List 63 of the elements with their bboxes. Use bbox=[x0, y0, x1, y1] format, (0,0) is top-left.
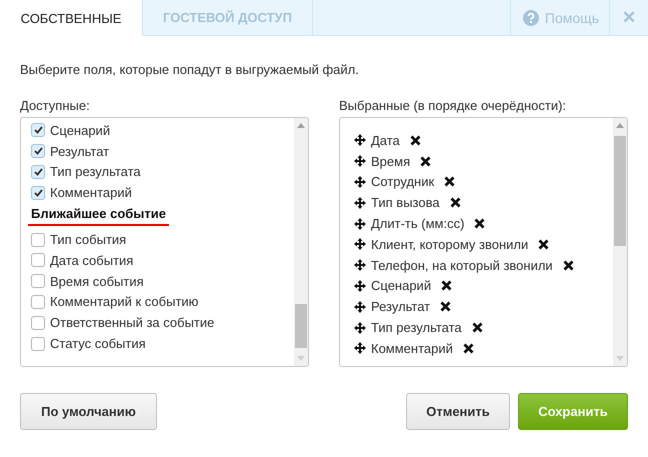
scrollbar-thumb[interactable] bbox=[614, 136, 626, 246]
field-label[interactable]: Дата события bbox=[50, 252, 134, 268]
checkbox[interactable] bbox=[31, 316, 45, 330]
move-icon[interactable] bbox=[354, 155, 366, 168]
move-icon[interactable] bbox=[354, 176, 366, 188]
remove-icon[interactable] bbox=[462, 342, 474, 354]
move-icon[interactable] bbox=[354, 196, 366, 209]
remove-icon[interactable] bbox=[450, 197, 461, 208]
checkbox[interactable] bbox=[31, 164, 45, 179]
selected-field: Комментарий bbox=[371, 340, 453, 356]
move-icon[interactable] bbox=[354, 134, 366, 146]
remove-icon[interactable] bbox=[410, 134, 421, 146]
reset-button[interactable]: По умолчанию bbox=[20, 393, 157, 430]
checkbox[interactable] bbox=[31, 232, 45, 247]
move-icon[interactable] bbox=[354, 218, 366, 230]
remove-icon[interactable] bbox=[562, 260, 574, 271]
remove-icon[interactable] bbox=[538, 238, 550, 250]
selected-field: Результат bbox=[371, 299, 430, 314]
tab[interactable]: СОБСТВЕННЫЕ bbox=[0, 0, 143, 36]
group-heading: Ближайшее событие bbox=[31, 206, 166, 222]
selected-field: Сотрудник bbox=[371, 174, 434, 190]
remove-icon[interactable] bbox=[440, 301, 452, 312]
cancel-button[interactable]: Отменить bbox=[406, 393, 510, 430]
selected-field: Тип вызова bbox=[371, 195, 440, 210]
checkbox[interactable] bbox=[31, 336, 45, 351]
checkbox[interactable] bbox=[31, 144, 45, 158]
instruction-text: Выберите поля, которые попадут в выгружаемый файл. bbox=[20, 62, 360, 78]
remove-icon[interactable] bbox=[444, 176, 456, 188]
checkbox[interactable] bbox=[31, 253, 45, 268]
move-icon[interactable] bbox=[354, 280, 366, 292]
checkbox[interactable] bbox=[31, 186, 45, 200]
field-label[interactable]: Тип результата bbox=[50, 164, 141, 180]
selected-field: Время bbox=[371, 154, 410, 169]
checkbox[interactable] bbox=[31, 294, 45, 309]
remove-icon[interactable] bbox=[420, 156, 432, 167]
move-icon[interactable] bbox=[354, 322, 366, 334]
selected-field: Клиент, которому звонили bbox=[371, 236, 528, 252]
field-label[interactable]: Комментарий bbox=[50, 185, 132, 200]
checkbox[interactable] bbox=[31, 274, 45, 288]
field-label[interactable]: Статус события bbox=[50, 336, 146, 352]
scrollbar-thumb[interactable] bbox=[295, 304, 307, 348]
move-icon[interactable] bbox=[354, 259, 366, 272]
field-label[interactable]: Результат bbox=[50, 144, 110, 159]
field-label[interactable]: Время события bbox=[50, 274, 144, 289]
list-label: Выбранные (в порядке очерёдности): bbox=[339, 98, 568, 115]
remove-icon[interactable] bbox=[474, 218, 486, 230]
field-label[interactable]: Ответственный за событие bbox=[50, 315, 214, 330]
field-label[interactable]: Тип события bbox=[50, 232, 126, 248]
move-icon[interactable] bbox=[354, 342, 366, 354]
selected-field: Длит-ть (мм:сс) bbox=[371, 216, 464, 232]
selected-field: Дата bbox=[371, 132, 400, 148]
remove-icon[interactable] bbox=[441, 280, 452, 292]
move-icon[interactable] bbox=[354, 238, 366, 250]
move-icon[interactable] bbox=[354, 300, 366, 313]
checkbox[interactable] bbox=[31, 123, 45, 138]
field-label[interactable]: Комментарий к событию bbox=[50, 294, 198, 310]
selected-field: Телефон, на который звонили bbox=[371, 258, 553, 273]
field-label[interactable]: Сценарий bbox=[50, 122, 110, 138]
remove-icon[interactable] bbox=[472, 322, 483, 334]
selected-field: Тип результата bbox=[371, 320, 462, 336]
selected-field: Сценарий bbox=[371, 278, 432, 294]
list-label: Доступные: bbox=[20, 98, 91, 115]
help-icon bbox=[522, 10, 539, 26]
